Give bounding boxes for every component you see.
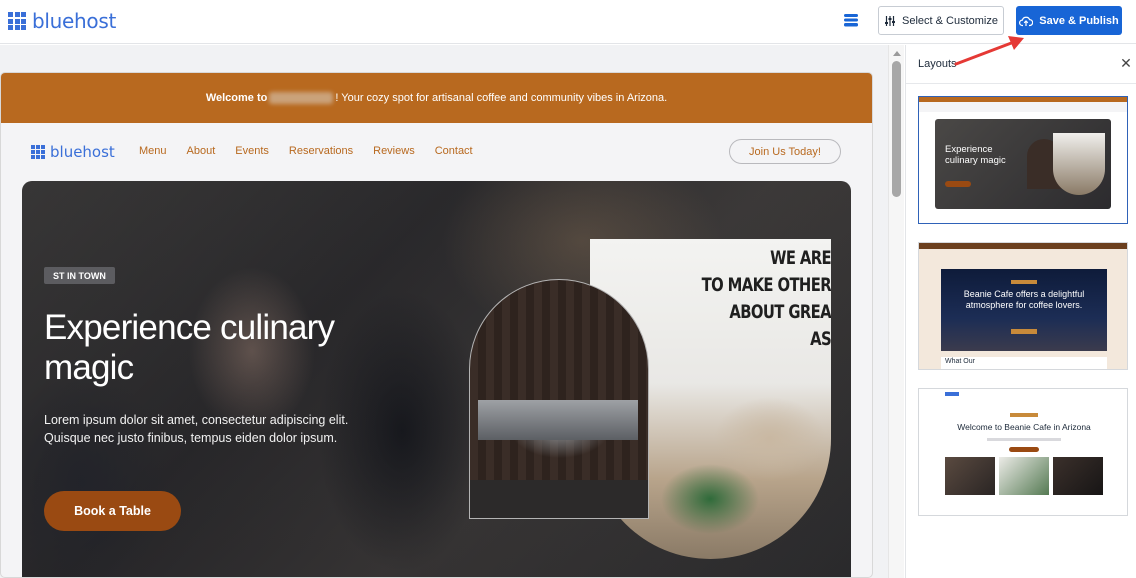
layout-option-2[interactable]: Beanie Cafe offers a delightful atmosphe…: [918, 242, 1128, 370]
nav-link-contact[interactable]: Contact: [435, 145, 473, 157]
espresso-machine-photo: [469, 279, 649, 519]
editor-canvas: Welcome to ! Your cozy spot for artisana…: [0, 45, 888, 578]
select-customize-label: Select & Customize: [902, 14, 998, 27]
layout-2-title: Beanie Cafe offers a delightful atmosphe…: [963, 289, 1085, 310]
hero-badge: ST IN TOWN: [44, 267, 115, 284]
site-grid-logo-icon: [31, 145, 45, 159]
nav-link-reservations[interactable]: Reservations: [289, 145, 353, 157]
canvas-scrollbar[interactable]: [888, 45, 904, 578]
save-publish-button[interactable]: Save & Publish: [1016, 6, 1122, 35]
layout-option-1[interactable]: Experience culinary magic: [918, 96, 1128, 224]
nav-link-events[interactable]: Events: [235, 145, 269, 157]
brand-name: bluehost: [32, 9, 117, 33]
panel-divider: [906, 83, 1136, 84]
nav-link-reviews[interactable]: Reviews: [373, 145, 415, 157]
save-publish-label: Save & Publish: [1039, 14, 1119, 27]
layout-option-3[interactable]: Welcome to Beanie Cafe in Arizona: [918, 388, 1128, 516]
bluehost-logo[interactable]: bluehost: [8, 9, 116, 33]
grid-logo-icon: [8, 12, 26, 30]
cloud-upload-icon: [1019, 16, 1034, 26]
nav-link-about[interactable]: About: [187, 145, 216, 157]
scroll-up-arrow-icon[interactable]: [893, 51, 901, 56]
layout-3-title: Welcome to Beanie Cafe in Arizona: [957, 422, 1091, 432]
wall-lettering: WE ARE TO MAKE OTHER ABOUT GREA AS: [701, 247, 831, 350]
layout-1-preview: Experience culinary magic: [935, 119, 1111, 209]
layout-2-preview: Beanie Cafe offers a delightful atmosphe…: [941, 269, 1107, 351]
site-logo[interactable]: bluehost: [31, 143, 115, 161]
hero-title: Experience culinary magic: [44, 308, 335, 387]
redacted-site-name: [269, 92, 334, 104]
layout-2-section-heading: What Our: [945, 358, 975, 365]
join-us-button[interactable]: Join Us Today!: [729, 139, 841, 164]
site-preview[interactable]: Welcome to ! Your cozy spot for artisana…: [0, 72, 873, 578]
site-nav: bluehost Menu About Events Reservations …: [1, 123, 872, 181]
layers-icon[interactable]: [843, 12, 859, 28]
hero-section: WE ARE TO MAKE OTHER ABOUT GREA AS ST IN…: [22, 181, 851, 577]
scrollbar-thumb[interactable]: [892, 61, 901, 197]
layouts-panel: Layouts ✕ Experience culinary magic Bean…: [905, 45, 1136, 578]
welcome-text: ! Your cozy spot for artisanal coffee an…: [335, 92, 668, 104]
welcome-bar: Welcome to ! Your cozy spot for artisana…: [1, 73, 872, 123]
welcome-prefix: Welcome to: [205, 92, 268, 104]
hero-description: Lorem ipsum dolor sit amet, consectetur …: [44, 413, 349, 445]
close-icon[interactable]: ✕: [1119, 56, 1133, 70]
nav-link-menu[interactable]: Menu: [139, 145, 167, 157]
layout-1-title: Experience culinary magic: [945, 144, 1006, 166]
annotation-arrow-icon: [954, 36, 1024, 66]
sliders-icon: [885, 15, 895, 26]
site-brand-name: bluehost: [50, 143, 115, 161]
book-table-button[interactable]: Book a Table: [44, 491, 181, 531]
site-nav-links: Menu About Events Reservations Reviews C…: [139, 145, 473, 157]
